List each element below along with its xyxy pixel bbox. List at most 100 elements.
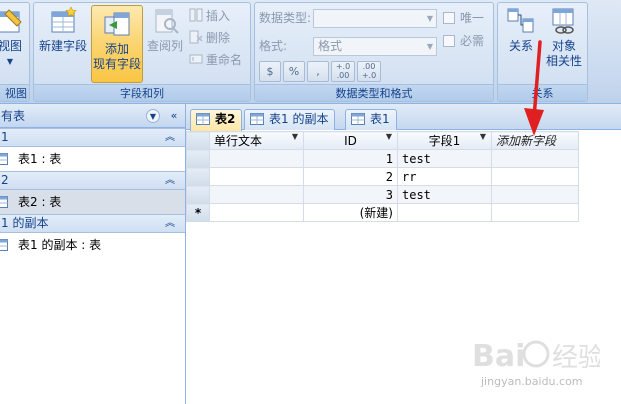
cell-field1[interactable]: test <box>397 149 492 168</box>
add-existing-fields-button[interactable]: 添加 现有字段 <box>91 5 143 83</box>
cell-add-field[interactable] <box>491 167 579 186</box>
tab-label: 表1 的副本 <box>269 112 329 126</box>
nav-group-title: 2 <box>1 173 9 187</box>
insert-button[interactable]: 插入 <box>189 7 230 25</box>
cell-field1[interactable]: test <box>397 185 492 204</box>
object-dependencies-icon <box>552 8 574 34</box>
tab-table1-copy[interactable]: 表1 的副本 <box>244 109 336 130</box>
relationships-icon <box>507 8 534 33</box>
svg-text:经验: 经验 <box>552 343 600 373</box>
format-label: 格式: <box>259 39 288 53</box>
collapse-pane-icon[interactable]: « <box>166 108 182 124</box>
fields-columns-group: 新建字段 添加 现有字段 查阅列 插入 删除 重命名 字段和列 <box>33 2 251 102</box>
lookup-column-button[interactable]: 查阅列 <box>144 6 186 78</box>
checkbox-box <box>443 12 455 24</box>
cell-id[interactable]: 2 <box>303 167 398 186</box>
unique-checkbox[interactable]: 唯一 <box>443 10 484 26</box>
cell-add-field[interactable] <box>491 185 579 204</box>
annotation-arrow-icon <box>524 40 544 136</box>
rename-button[interactable]: 重命名 <box>189 51 242 69</box>
nav-table-item[interactable]: 表1 的副本 : 表 <box>0 233 185 257</box>
datatype-format-group: 数据类型: ▼ 唯一 格式: 格式 ▼ 必需 $ % , +.0 .00 .00… <box>254 2 494 102</box>
decrease-decimals-button[interactable]: .00 +.0 <box>357 61 381 82</box>
table-icon <box>0 239 8 251</box>
comma-label: , <box>316 65 320 78</box>
add-existing-label-1: 添加 <box>104 42 129 56</box>
rename-label: 重命名 <box>206 53 243 67</box>
insert-label: 插入 <box>206 9 231 23</box>
currency-button[interactable]: $ <box>259 61 281 82</box>
select-all-corner[interactable] <box>186 131 210 150</box>
nav-group-title: 1 <box>1 130 9 144</box>
datatype-label: 数据类型: <box>259 11 312 25</box>
cell-text[interactable] <box>209 203 304 222</box>
increase-decimals-button[interactable]: +.0 .00 <box>331 61 355 82</box>
baidu-watermark-logo: Bai 经验 <box>472 339 600 374</box>
row-selector[interactable] <box>186 149 210 168</box>
datatype-format-group-label: 数据类型和格式 <box>255 84 493 101</box>
column-header[interactable]: ID ▼ <box>303 131 398 150</box>
cell-text[interactable] <box>209 149 304 168</box>
delete-column-icon <box>189 30 203 44</box>
nav-group-header[interactable]: 1 ︽ <box>0 128 185 147</box>
lookup-column-icon <box>155 9 179 34</box>
chevron-down-icon: ▼ <box>426 14 433 23</box>
comma-button[interactable]: , <box>307 61 329 82</box>
required-checkbox[interactable]: 必需 <box>443 33 484 49</box>
required-label: 必需 <box>460 34 485 48</box>
cell-text[interactable] <box>209 185 304 204</box>
tab-table2[interactable]: 表2 <box>190 109 243 131</box>
view-button-label: 视图 <box>0 39 22 53</box>
nav-group-header[interactable]: 1 的副本 ︽ <box>0 214 185 233</box>
delete-button[interactable]: 删除 <box>189 29 230 47</box>
percent-button[interactable]: % <box>283 61 305 82</box>
cell-add-field[interactable] <box>491 203 579 222</box>
column-header-label: ID <box>344 133 357 148</box>
new-record-row[interactable]: * (新建) <box>186 203 579 222</box>
chevron-down-icon[interactable]: ▼ <box>480 133 486 142</box>
new-field-button[interactable]: 新建字段 <box>37 6 89 78</box>
column-header[interactable]: 字段1 ▼ <box>397 131 492 150</box>
row-selector[interactable] <box>186 185 210 204</box>
cell-field1[interactable] <box>397 203 492 222</box>
new-record-marker[interactable]: * <box>186 203 210 222</box>
add-existing-fields-icon <box>104 12 130 36</box>
chevron-down-icon[interactable]: ▼ <box>146 109 160 123</box>
navigation-pane: 有表 ▼ « 1 ︽ 表1 : 表 2 ︽ 表2 : 表 1 的副本 ︽ 表1 … <box>0 104 186 404</box>
nav-item-label: 表1 的副本 : 表 <box>18 238 102 252</box>
tab-table1[interactable]: 表1 <box>345 109 397 130</box>
new-record-label[interactable]: (新建) <box>303 203 398 222</box>
datatype-combo[interactable]: ▼ <box>313 9 437 28</box>
tab-label: 表1 <box>370 112 390 126</box>
table-icon <box>250 113 264 125</box>
column-header[interactable]: 单行文本 ▼ <box>209 131 304 150</box>
table-icon <box>0 153 8 165</box>
nav-pane-header[interactable]: 有表 ▼ « <box>0 104 185 128</box>
tab-label: 表2 <box>215 112 236 126</box>
nav-table-item[interactable]: 表1 : 表 <box>0 147 185 171</box>
decrease-decimals-icon: .00 +.0 <box>361 62 377 80</box>
nav-group-header[interactable]: 2 ︽ <box>0 171 185 190</box>
new-field-icon <box>51 6 77 33</box>
table-icon <box>0 196 8 208</box>
cell-id[interactable]: 1 <box>303 149 398 168</box>
checkbox-box <box>443 35 455 47</box>
chevron-up-icon: ︽ <box>165 132 175 143</box>
table-row[interactable]: 1 test <box>186 149 579 168</box>
row-selector[interactable] <box>186 167 210 186</box>
table-row[interactable]: 3 test <box>186 185 579 204</box>
table-row[interactable]: 2 rr <box>186 167 579 186</box>
cell-add-field[interactable] <box>491 149 579 168</box>
nav-pane-title: 有表 <box>1 109 26 123</box>
currency-icon: $ <box>266 65 274 78</box>
view-icon <box>0 9 22 33</box>
cell-id[interactable]: 3 <box>303 185 398 204</box>
views-group-label: 视图 <box>0 84 29 101</box>
chevron-down-icon[interactable]: ▼ <box>386 133 392 142</box>
cell-field1[interactable]: rr <box>397 167 492 186</box>
nav-table-item[interactable]: 表2 : 表 <box>0 190 185 214</box>
cell-text[interactable] <box>209 167 304 186</box>
view-button[interactable]: 视图 ▼ <box>0 6 29 78</box>
format-combo[interactable]: 格式 ▼ <box>313 37 437 56</box>
chevron-down-icon[interactable]: ▼ <box>292 133 298 142</box>
